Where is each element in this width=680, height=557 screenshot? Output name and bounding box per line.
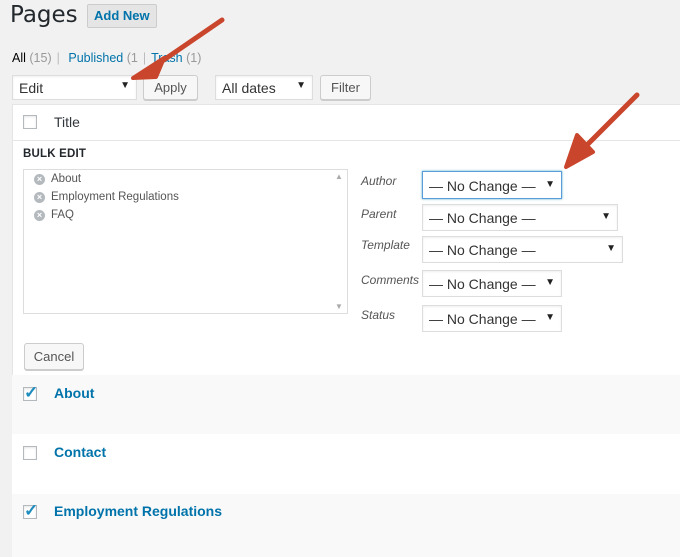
annotation-arrows: [131, 17, 640, 169]
annotation-arrow-icon: [131, 17, 225, 80]
annotation-arrow-icon: [564, 92, 640, 169]
